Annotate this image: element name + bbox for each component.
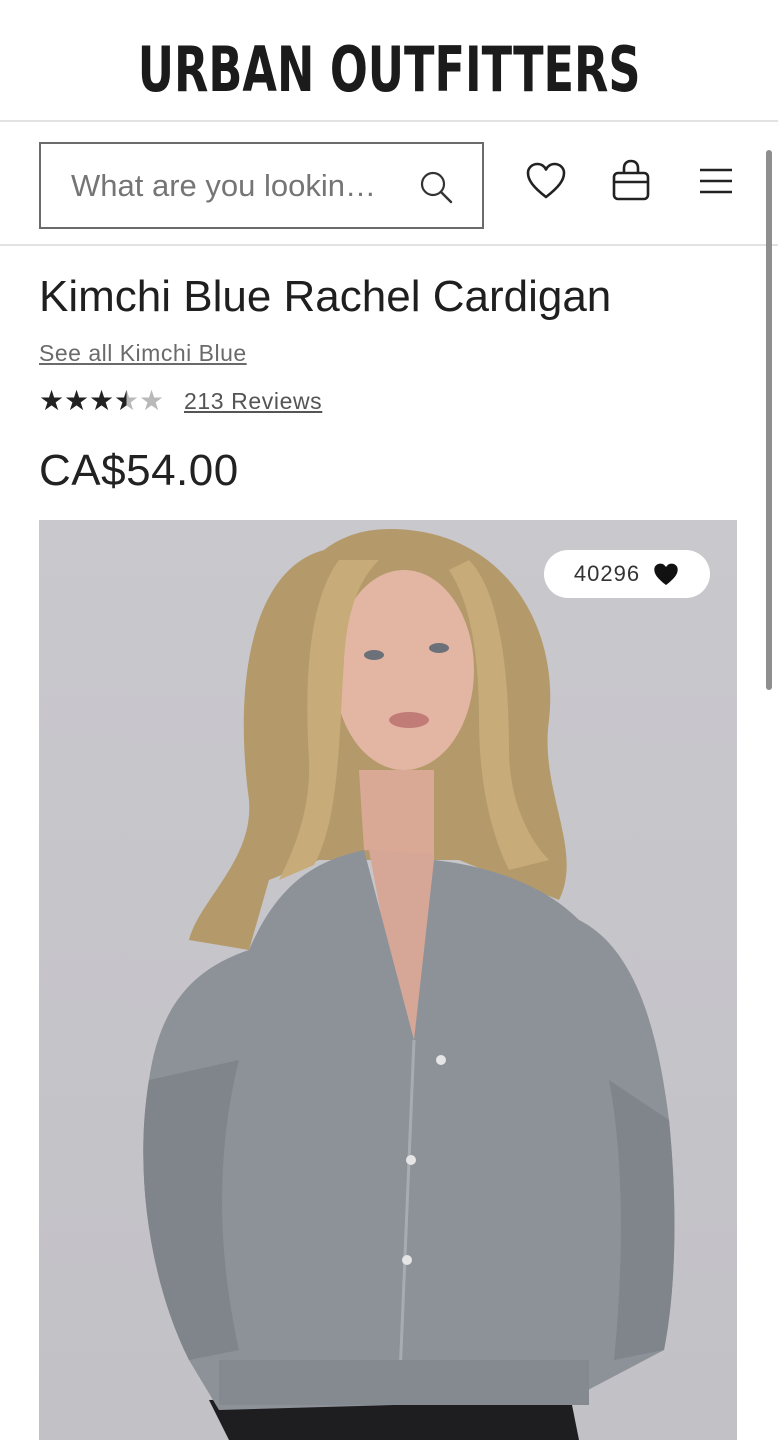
search-input[interactable] [71, 167, 391, 204]
toolbar [0, 122, 778, 246]
star-icon: ★ [89, 385, 115, 416]
star-icon: ★ [39, 385, 65, 416]
heart-outline-icon[interactable] [525, 160, 567, 202]
brand-link[interactable]: See all Kimchi Blue [39, 340, 247, 367]
product-image[interactable]: 40296 [39, 520, 737, 1440]
product-price: CA$54.00 [39, 446, 239, 495]
site-logo[interactable]: URBAN OUTFITTERS [138, 33, 641, 106]
empty-star-icon: ★ [139, 385, 165, 416]
product-rating[interactable]: ★ ★ ★ ★ ★ 213 Reviews [39, 386, 322, 416]
shopping-bag-icon[interactable] [611, 158, 651, 202]
model-photo [143, 529, 675, 1440]
like-count: 40296 [573, 561, 641, 586]
star-icon: ★ [64, 385, 90, 416]
hamburger-menu-icon[interactable] [698, 166, 734, 196]
like-button[interactable]: 40296 [544, 550, 710, 598]
search-icon[interactable] [418, 169, 454, 205]
reviews-link[interactable]: 213 Reviews [184, 388, 322, 415]
product-title: Kimchi Blue Rachel Cardigan [39, 272, 612, 321]
heart-filled-icon [654, 563, 678, 586]
star-rating: ★ ★ ★ ★ ★ [39, 386, 164, 416]
scrollbar[interactable] [766, 150, 772, 690]
search-box[interactable] [39, 142, 484, 229]
site-header: URBAN OUTFITTERS [0, 0, 778, 122]
half-star-icon: ★ [114, 385, 140, 416]
